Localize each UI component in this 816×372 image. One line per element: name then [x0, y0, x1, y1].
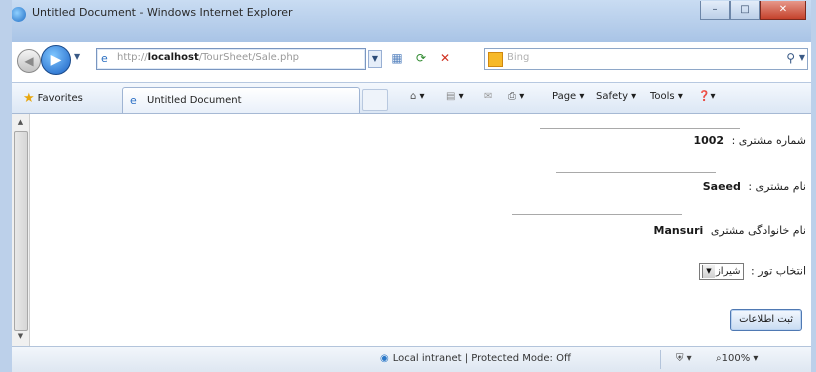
- window-title: Untitled Document - Windows Internet Exp…: [32, 6, 293, 19]
- new-tab-button[interactable]: [362, 89, 388, 111]
- customer-number-row: شماره مشتری : 1002: [689, 134, 806, 147]
- title-bar: Untitled Document - Windows Internet Exp…: [0, 0, 816, 42]
- first-name-underline: [556, 172, 716, 173]
- zone-text: Local intranet | Protected Mode: Off: [392, 353, 571, 364]
- ie-page-icon: e: [130, 94, 137, 107]
- minimize-button[interactable]: –: [700, 1, 730, 20]
- address-path: /TourSheet/Sale.php: [198, 52, 300, 63]
- customer-number-label: شماره مشتری :: [731, 134, 806, 147]
- help-icon: ❓: [698, 91, 711, 102]
- stop-icon[interactable]: ✕: [437, 50, 453, 66]
- home-icon: ⌂: [410, 91, 417, 102]
- search-input[interactable]: Bing: [507, 52, 529, 63]
- search-box[interactable]: Bing ⚲ ▼: [484, 48, 808, 70]
- maximize-button[interactable]: □: [730, 1, 760, 20]
- scroll-down-arrow[interactable]: ▼: [15, 330, 26, 342]
- search-dropdown[interactable]: ▼: [799, 53, 805, 62]
- customer-number-field[interactable]: 1002: [693, 134, 724, 147]
- first-name-row: نام مشتری : Saeed: [699, 180, 806, 193]
- last-name-label: نام خانوادگی مشتری: [710, 224, 806, 237]
- tour-select[interactable]: شیراز▼: [698, 263, 744, 280]
- protected-mode-button[interactable]: ⛨ ▾: [676, 353, 692, 364]
- safety-menu[interactable]: Safety ▾: [596, 91, 636, 102]
- tour-selected-value: شیراز: [715, 266, 741, 277]
- chevron-down-icon: ▼: [701, 264, 715, 278]
- first-name-field[interactable]: Saeed: [703, 180, 741, 193]
- shield-icon: ⛨: [676, 353, 684, 364]
- address-prefix: http://: [117, 52, 148, 63]
- window-controls: – □ ✕: [700, 1, 806, 20]
- recent-pages-dropdown[interactable]: ▼: [74, 52, 80, 61]
- page-menu[interactable]: Page ▾: [552, 91, 584, 102]
- address-url[interactable]: http://localhost/TourSheet/Sale.php: [117, 52, 357, 63]
- ie-logo-icon: [11, 7, 26, 22]
- last-name-underline: [512, 214, 682, 215]
- print-icon: ⎙: [508, 91, 516, 102]
- favorites-button[interactable]: ★ Favorites: [23, 91, 83, 106]
- submit-button[interactable]: ثبت اطلاعات: [730, 309, 802, 331]
- mail-button[interactable]: ✉: [484, 91, 492, 102]
- tab-label: Untitled Document: [147, 95, 242, 106]
- tab-untitled-document[interactable]: e Untitled Document: [122, 87, 360, 113]
- star-icon: ★: [23, 91, 35, 106]
- last-name-row: نام خانوادگی مشتری Mansuri: [650, 224, 806, 237]
- local-intranet-icon: ◉: [380, 353, 389, 364]
- back-button[interactable]: ◀: [17, 49, 41, 73]
- zoom-button[interactable]: ⌕100% ▾: [716, 353, 758, 364]
- last-name-field[interactable]: Mansuri: [654, 224, 704, 237]
- compat-view-icon[interactable]: ▦: [389, 50, 405, 66]
- address-host: localhost: [147, 52, 199, 63]
- tools-menu[interactable]: Tools ▾: [650, 91, 683, 102]
- scrollbar-thumb[interactable]: [14, 131, 28, 331]
- vertical-scrollbar[interactable]: ▲ ▼: [12, 114, 30, 346]
- address-bar[interactable]: e http://localhost/TourSheet/Sale.php: [96, 48, 366, 70]
- tour-label: انتخاب تور :: [751, 264, 806, 278]
- feeds-icon: ▤: [446, 91, 456, 102]
- favorites-label: Favorites: [37, 93, 83, 104]
- forward-button[interactable]: ▶: [41, 45, 71, 75]
- bing-logo-icon: [488, 52, 503, 67]
- mail-icon: ✉: [484, 91, 493, 102]
- scroll-up-arrow[interactable]: ▲: [15, 116, 26, 128]
- status-separator: [660, 350, 661, 369]
- first-name-label: نام مشتری :: [748, 180, 806, 193]
- favorites-bar: ★ Favorites e Untitled Document ⌂ ▾ ▤ ▾ …: [0, 82, 816, 114]
- feeds-button[interactable]: ▤ ▾: [446, 91, 464, 102]
- tour-row: انتخاب تور : شیراز▼: [698, 263, 806, 280]
- address-dropdown[interactable]: ▼: [368, 50, 382, 68]
- home-button[interactable]: ⌂ ▾: [410, 91, 425, 102]
- help-button[interactable]: ❓▾: [698, 91, 715, 102]
- zoom-level: 100%: [721, 353, 751, 364]
- customer-number-underline: [540, 128, 740, 129]
- security-zone[interactable]: ◉ Local intranet | Protected Mode: Off: [380, 353, 571, 364]
- print-button[interactable]: ⎙ ▾: [508, 91, 524, 102]
- close-button[interactable]: ✕: [760, 1, 806, 20]
- ie-page-icon: e: [101, 52, 108, 65]
- browser-window: Untitled Document - Windows Internet Exp…: [0, 0, 816, 372]
- refresh-icon[interactable]: ⟳: [413, 50, 429, 66]
- search-icon[interactable]: ⚲: [786, 51, 795, 65]
- status-bar: ◉ Local intranet | Protected Mode: Off ⛨ …: [0, 346, 816, 372]
